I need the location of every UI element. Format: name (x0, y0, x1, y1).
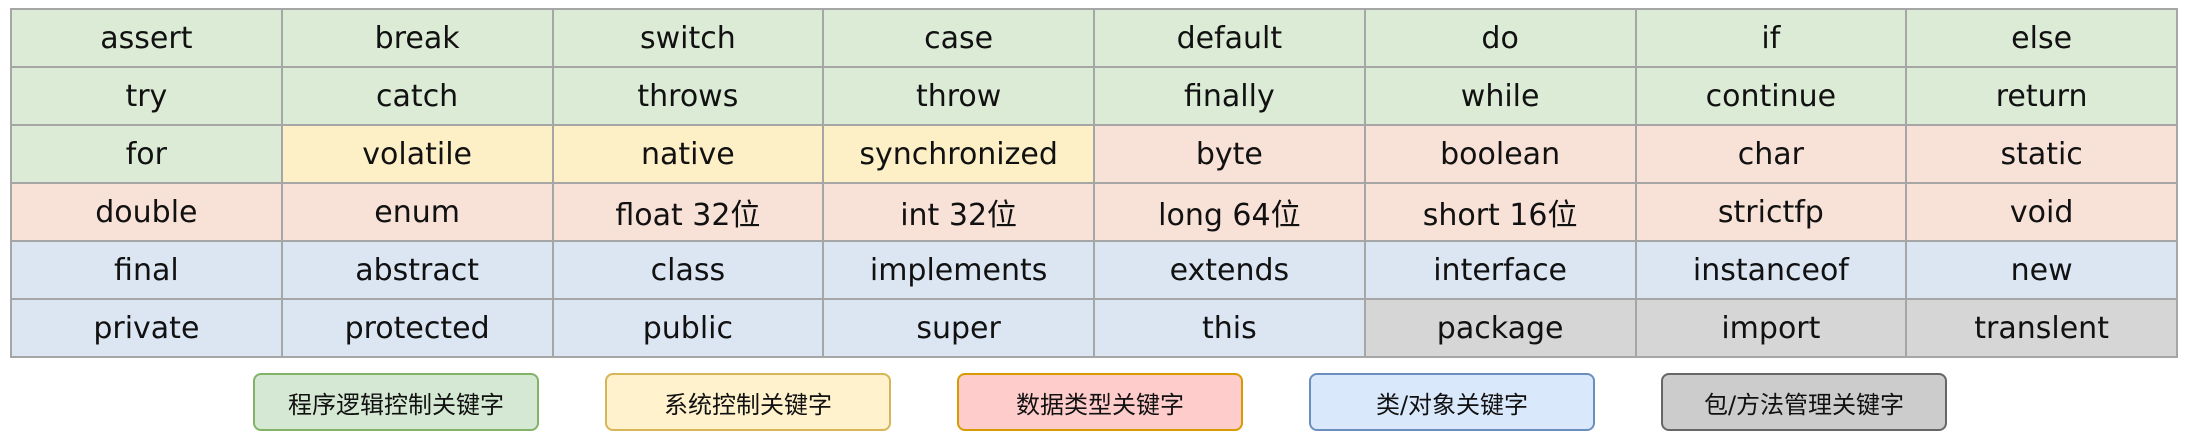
keyword-cell: abstract (280, 240, 554, 300)
keyword-cell: long 64位 (1093, 182, 1366, 242)
keyword-row: assert break switch case default do if else (10, 8, 2178, 68)
keyword-cell: static (1905, 124, 2178, 184)
keyword-cell: return (1905, 66, 2178, 126)
legend-item: 系统控制关键字 (605, 373, 891, 431)
keyword-cell: switch (551, 8, 825, 68)
keyword-cell: while (1363, 66, 1637, 126)
legend-item: 程序逻辑控制关键字 (253, 373, 539, 431)
keyword-cell: this (1093, 298, 1366, 358)
keyword-cell: enum (280, 182, 554, 242)
keyword-cell: protected (280, 298, 554, 358)
keyword-cell: implements (822, 240, 1095, 300)
legend-label: 数据类型关键字 (1016, 390, 1184, 419)
keyword-cell: void (1905, 182, 2178, 242)
keyword-cell: volatile (280, 124, 554, 184)
keyword-cell: public (551, 298, 825, 358)
keyword-cell: short 16位 (1363, 182, 1637, 242)
legend-item: 类/对象关键字 (1309, 373, 1595, 431)
keyword-cell: import (1634, 298, 1908, 358)
keyword-cell: byte (1093, 124, 1366, 184)
keyword-cell: throw (822, 66, 1095, 126)
keyword-cell: strictfp (1634, 182, 1908, 242)
keyword-table: assert break switch case default do if else try c… (10, 8, 2178, 358)
legend-label: 系统控制关键字 (664, 390, 832, 419)
keyword-cell: boolean (1363, 124, 1637, 184)
legend-item: 数据类型关键字 (957, 373, 1243, 431)
legend-label: 程序逻辑控制关键字 (288, 390, 504, 419)
keyword-cell: synchronized (822, 124, 1095, 184)
keyword-cell: instanceof (1634, 240, 1908, 300)
keyword-cell: interface (1363, 240, 1637, 300)
keyword-cell: new (1905, 240, 2178, 300)
keyword-table-body: assert break switch case default do if else try c… (10, 8, 2178, 358)
keyword-cell: case (822, 8, 1095, 68)
keyword-cell: final (10, 240, 283, 300)
keyword-cell: finally (1093, 66, 1366, 126)
keyword-row: try catch throws throw finally while continue r… (10, 66, 2178, 126)
keyword-cell: super (822, 298, 1095, 358)
keyword-cell: double (10, 182, 283, 242)
keyword-cell: if (1634, 8, 1908, 68)
keyword-cell: translent (1905, 298, 2178, 358)
keyword-cell: char (1634, 124, 1908, 184)
keyword-cell: float 32位 (551, 182, 825, 242)
keyword-cell: int 32位 (822, 182, 1095, 242)
keyword-row: double enum float 32位 int 32位 long 64位 short … (10, 182, 2178, 242)
keyword-cell: extends (1093, 240, 1366, 300)
keyword-cell: else (1905, 8, 2178, 68)
keyword-cell: try (10, 66, 283, 126)
keyword-cell: for (10, 124, 283, 184)
keyword-cell: default (1093, 8, 1366, 68)
keyword-cell: throws (551, 66, 825, 126)
legend-label: 包/方法管理关键字 (1703, 390, 1905, 419)
keyword-row: private protected public super this package im… (10, 298, 2178, 358)
keyword-cell: catch (280, 66, 554, 126)
legend: 程序逻辑控制关键字 系统控制关键字 数据类型关键字 类/对象关键字 包/方法管理关键字 (0, 373, 2188, 433)
keyword-cell: native (551, 124, 825, 184)
keyword-cell: class (551, 240, 825, 300)
legend-label: 类/对象关键字 (1375, 390, 1529, 419)
keyword-cell: assert (10, 8, 283, 68)
keyword-row: for volatile native synchronized byte boolean… (10, 124, 2178, 184)
legend-item: 包/方法管理关键字 (1661, 373, 1947, 431)
keyword-cell: package (1363, 298, 1637, 358)
keyword-cell: private (10, 298, 283, 358)
keyword-cell: continue (1634, 66, 1908, 126)
keyword-diagram: assert break switch case default do if else try c… (0, 0, 2188, 442)
keyword-row: final abstract class implements extends inter… (10, 240, 2178, 300)
keyword-cell: break (280, 8, 554, 68)
keyword-cell: do (1363, 8, 1637, 68)
